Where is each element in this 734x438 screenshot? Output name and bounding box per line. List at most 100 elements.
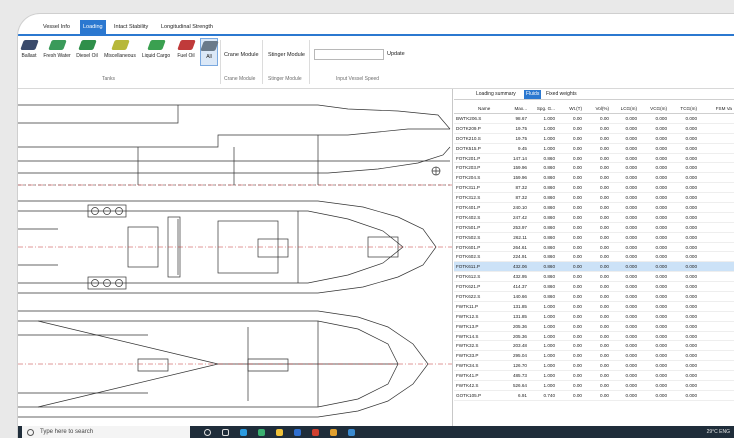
column-header[interactable]: VCG(m) xyxy=(639,103,669,114)
table-row[interactable]: FOTK611.P 432.06 0.860 0.00 0.00 0.000 0.000 0.… xyxy=(454,261,734,273)
table-row[interactable]: FOTK311.P 87.32 0.860 0.00 0.00 0.000 0.000 0.0… xyxy=(454,182,734,194)
table-cell: 0.00 xyxy=(557,113,584,124)
table-cell: 6.91 xyxy=(506,390,529,401)
column-header[interactable]: Name xyxy=(454,103,506,114)
app-icon[interactable] xyxy=(330,429,337,436)
tab-loading[interactable]: Loading xyxy=(80,20,106,34)
table-cell: 0.000 xyxy=(639,123,669,134)
table-cell: 0.00 xyxy=(557,370,584,382)
all-tanks-button[interactable]: All xyxy=(199,38,219,66)
table-row[interactable]: FOTK601.P 264.61 0.860 0.00 0.00 0.000 0.000 0.… xyxy=(454,242,734,253)
table-row[interactable]: FWTK32.S 203.48 1.000 0.00 0.00 0.000 0.000 0.0… xyxy=(454,340,734,352)
table-cell: 0.00 xyxy=(557,172,584,184)
stinger-module-button[interactable]: Stinger Module xyxy=(268,52,305,58)
table-row[interactable]: FWTK42.S 526.64 1.000 0.00 0.00 0.000 0.000 0.0… xyxy=(454,380,734,391)
fresh-water-tank-icon xyxy=(47,40,67,50)
column-header[interactable]: Wt.(T) xyxy=(557,103,584,114)
miscellaneous-tank-button[interactable]: Miscellaneous xyxy=(102,38,138,59)
table-row[interactable]: FOTK622.S 140.66 0.860 0.00 0.00 0.000 0.000 0.… xyxy=(454,291,734,302)
app-icon[interactable] xyxy=(312,429,319,436)
table-row[interactable]: FWTK34.S 126.70 1.000 0.00 0.00 0.000 0.000 0.0… xyxy=(454,360,734,372)
chrome-icon[interactable] xyxy=(258,429,265,436)
table-cell: 0.00 xyxy=(584,271,611,283)
table-row[interactable]: FOTK401.P 240.10 0.860 0.00 0.00 0.000 0.000 0.… xyxy=(454,202,734,213)
table-cell: FOTK312.S xyxy=(454,192,506,204)
table-row[interactable]: FOTK612.S 432.95 0.860 0.00 0.00 0.000 0.000 0.… xyxy=(454,271,734,283)
table-cell: 0.00 xyxy=(557,380,584,391)
edge-icon[interactable] xyxy=(240,429,247,436)
table-row[interactable]: BWTK206.S 98.67 1.000 0.00 0.00 0.000 0.000 0.0… xyxy=(454,113,734,124)
table-cell xyxy=(699,113,734,124)
fuel-oil-tank-button[interactable]: Fuel Oil xyxy=(174,38,198,59)
crane-module-button[interactable]: Crane Module xyxy=(224,52,259,58)
table-cell: 0.00 xyxy=(584,340,611,352)
tab-intact-stability[interactable]: Intact Stability xyxy=(111,20,151,34)
table-cell: 0.00 xyxy=(557,192,584,204)
table-cell: 485.73 xyxy=(506,370,529,382)
table-row[interactable]: FOTK602.S 224.91 0.860 0.00 0.00 0.000 0.000 0.… xyxy=(454,251,734,263)
table-row[interactable]: FOTK312.S 87.32 0.860 0.00 0.00 0.000 0.000 0.0… xyxy=(454,192,734,204)
app-icon[interactable] xyxy=(348,429,355,436)
table-cell: 0.00 xyxy=(584,301,611,312)
table-row[interactable]: FWTK41.P 485.73 1.000 0.00 0.00 0.000 0.000 0.0… xyxy=(454,370,734,382)
table-cell: 0.000 xyxy=(639,390,669,401)
column-header[interactable]: TCG(m) xyxy=(669,103,699,114)
tab-loading-summary[interactable]: Loading summary xyxy=(474,90,518,99)
tab-fluids[interactable]: Fluids xyxy=(524,90,542,99)
table-row[interactable]: FOTK621.P 414.37 0.860 0.00 0.00 0.000 0.000 0.… xyxy=(454,281,734,293)
table-row[interactable]: FWTK13.P 205.36 1.000 0.00 0.00 0.000 0.000 0.0… xyxy=(454,321,734,332)
table-cell xyxy=(699,172,734,184)
column-header[interactable]: Vol(%) xyxy=(584,103,611,114)
table-cell: 140.66 xyxy=(506,291,529,302)
task-view-icon[interactable] xyxy=(222,429,229,436)
table-row[interactable]: FWTK12.S 131.85 1.000 0.00 0.00 0.000 0.000 0.0… xyxy=(454,311,734,322)
table-cell: 0.000 xyxy=(669,123,699,134)
table-cell: 0.00 xyxy=(584,212,611,223)
table-cell: DOTK210.S xyxy=(454,133,506,144)
table-cell: 0.00 xyxy=(557,281,584,293)
liquid-cargo-tank-button[interactable]: Liquid Cargo xyxy=(140,38,172,59)
table-row[interactable]: FOTK204.S 159.96 0.860 0.00 0.00 0.000 0.000 0.… xyxy=(454,172,734,184)
table-row[interactable]: FOTK502.S 262.11 0.860 0.00 0.00 0.000 0.000 0.… xyxy=(454,232,734,243)
diesel-oil-tank-button[interactable]: Diesel Oil xyxy=(74,38,100,59)
table-row[interactable]: DOTK209.P 19.75 1.000 0.00 0.00 0.000 0.000 0.0… xyxy=(454,123,734,134)
table-row[interactable]: FOTK203.P 159.96 0.860 0.00 0.00 0.000 0.000 0.… xyxy=(454,162,734,174)
fresh-water-tank-button[interactable]: Fresh Water xyxy=(42,38,72,59)
tab-fixed-weights[interactable]: Fixed weights xyxy=(544,90,579,99)
table-row[interactable]: DOTK515.P 9.45 1.000 0.00 0.00 0.000 0.000 0.00… xyxy=(454,143,734,154)
vessel-speed-input[interactable] xyxy=(314,49,384,60)
tab-longitudinal-strength[interactable]: Longitudinal Strength xyxy=(158,20,216,34)
system-tray[interactable]: 29°C ENG xyxy=(707,426,730,438)
column-header[interactable]: FSM Va xyxy=(699,103,734,114)
table-cell: 0.860 xyxy=(529,242,557,253)
table-row[interactable]: DOTK210.S 19.75 1.000 0.00 0.00 0.000 0.000 0.0… xyxy=(454,133,734,144)
table-row[interactable]: FWTK33.P 295.04 1.000 0.00 0.00 0.000 0.000 0.0… xyxy=(454,350,734,362)
crane-group-label: Crane Module xyxy=(224,76,256,82)
taskbar-search-box[interactable]: Type here to search xyxy=(22,426,190,438)
cortana-icon[interactable] xyxy=(204,429,211,436)
table-row[interactable]: GOTK105.P 6.91 0.740 0.00 0.00 0.000 0.000 0.00… xyxy=(454,390,734,401)
table-cell xyxy=(699,271,734,283)
column-header[interactable]: LCG(m) xyxy=(611,103,639,114)
vessel-plan-svg xyxy=(18,104,452,418)
file-explorer-icon[interactable] xyxy=(276,429,283,436)
ballast-tank-button[interactable]: Ballast xyxy=(18,38,40,59)
column-header[interactable]: Spg. G... xyxy=(529,103,557,114)
table-row[interactable]: FOTK402.S 247.42 0.860 0.00 0.00 0.000 0.000 0.… xyxy=(454,212,734,223)
column-header[interactable]: Max... xyxy=(506,103,529,114)
table-cell: 1.000 xyxy=(529,340,557,352)
table-row[interactable]: FOTK501.P 253.97 0.860 0.00 0.00 0.000 0.000 0.… xyxy=(454,222,734,233)
table-row[interactable]: FWTK11.P 131.85 1.000 0.00 0.00 0.000 0.000 0.0… xyxy=(454,301,734,312)
table-row[interactable]: FOTK201.P 147.14 0.860 0.00 0.00 0.000 0.000 0.… xyxy=(454,153,734,164)
table-row[interactable]: FWTK14.S 205.36 1.000 0.00 0.00 0.000 0.000 0.0… xyxy=(454,331,734,342)
table-cell: 0.00 xyxy=(584,242,611,253)
tank-table-panel: Loading summary Fluids Fixed weights Nam… xyxy=(454,89,734,438)
update-button[interactable]: Update xyxy=(387,51,405,57)
table-cell: 0.00 xyxy=(557,271,584,283)
table-cell: 0.00 xyxy=(557,321,584,332)
vessel-drawing[interactable] xyxy=(18,89,453,438)
word-icon[interactable] xyxy=(294,429,301,436)
table-cell: 131.85 xyxy=(506,311,529,322)
table-cell: 159.96 xyxy=(506,172,529,184)
tab-vessel-info[interactable]: Vessel Info xyxy=(40,20,73,34)
